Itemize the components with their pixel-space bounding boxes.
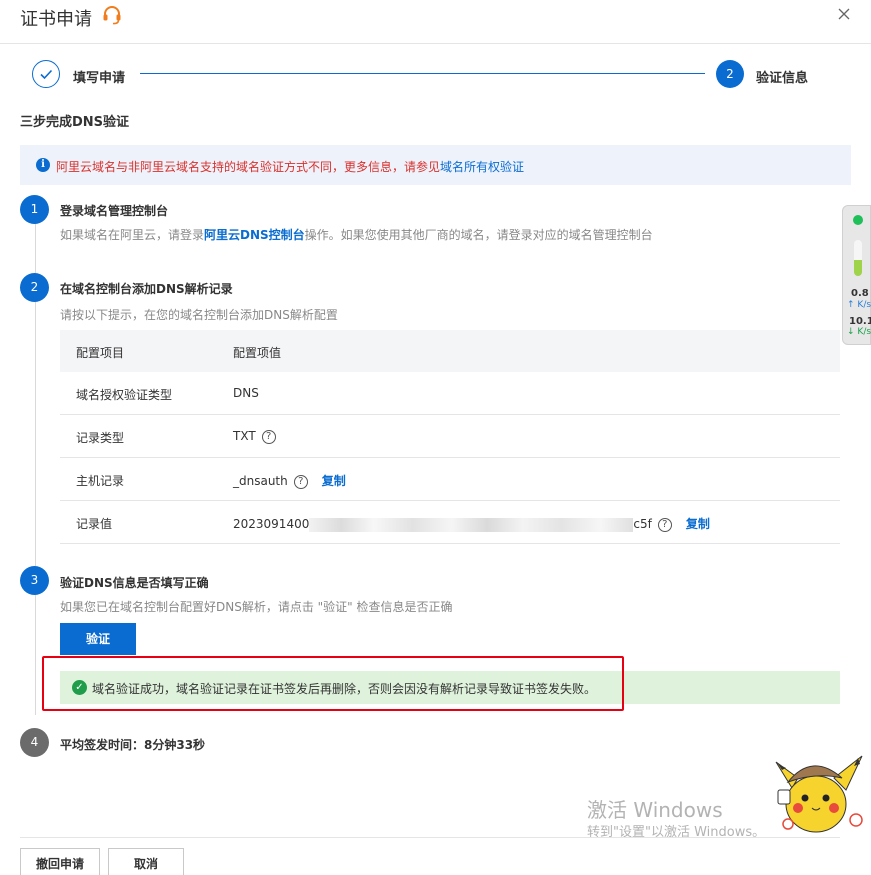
step4-title: 平均签发时间：8分钟33秒: [60, 738, 206, 752]
step3-title: 验证DNS信息是否填写正确: [60, 576, 209, 590]
section-title: 三步完成DNS验证: [20, 115, 130, 130]
copy-host-record-button[interactable]: 复制: [322, 474, 346, 488]
withdraw-application-button[interactable]: 撤回申请: [20, 848, 100, 875]
table-header-row: 配置项目 配置项值: [60, 330, 840, 372]
config-value: DNS: [233, 386, 259, 400]
activation-watermark-title: 激活 Windows: [587, 798, 723, 822]
column-header: 配置项值: [233, 346, 282, 360]
close-icon[interactable]: [836, 6, 852, 22]
config-value-cell: _dnsauth? 复制: [233, 472, 346, 489]
record-value-end: c5f: [633, 517, 652, 531]
download-speed: 10.1: [849, 316, 871, 327]
notice-message: 阿里云域名与非阿里云域名支持的域名验证方式不同，更多信息，请参见: [56, 160, 441, 174]
pikachu-sticker-icon: [775, 755, 863, 833]
copy-record-value-button[interactable]: 复制: [686, 517, 710, 531]
alidns-console-link[interactable]: 阿里云DNS控制台: [204, 228, 305, 242]
help-icon[interactable]: ?: [293, 474, 308, 489]
step2-circle: 2: [716, 60, 744, 88]
redacted-region: [309, 517, 634, 532]
step-number-4: 4: [20, 728, 49, 757]
verify-button[interactable]: 验证: [60, 623, 136, 655]
config-value-cell: 2023091400 c5f? 复制: [233, 515, 710, 532]
step1-desc-prefix: 如果域名在阿里云，请登录: [60, 228, 205, 242]
stepper-connector: [140, 73, 705, 74]
upload-speed: 0.8: [851, 288, 869, 299]
step1-desc-suffix: 操作。如果您使用其他厂商的域名，请登录对应的域名管理控制台: [304, 228, 653, 242]
progress-stepper: 填写申请 2 验证信息: [0, 54, 871, 94]
download-unit: ↓ K/s: [847, 327, 871, 337]
step1-label: 填写申请: [73, 71, 126, 86]
info-icon: i: [36, 158, 50, 172]
step1-done-circle: [32, 60, 60, 88]
step3-desc: 如果您已在域名控制台配置好DNS解析，请点击 "验证" 检查信息是否正确: [60, 600, 453, 614]
step2-label: 验证信息: [756, 71, 809, 86]
config-value: TXT: [233, 429, 256, 443]
arrow-down-icon: ↓: [847, 327, 855, 337]
table-row: 域名授权验证类型 DNS: [60, 372, 840, 415]
column-header: 配置项目: [76, 346, 125, 360]
config-item: 主机记录: [76, 474, 125, 488]
cancel-button[interactable]: 取消: [108, 848, 184, 875]
step-number-3: 3: [20, 566, 49, 595]
step2-desc: 请按以下提示，在您的域名控制台添加DNS解析配置: [60, 308, 338, 322]
step2-title: 在域名控制台添加DNS解析记录: [60, 282, 233, 296]
notice-text: 阿里云域名与非阿里云域名支持的域名验证方式不同，更多信息，请参见域名所有权验证: [56, 158, 524, 175]
config-item: 记录类型: [76, 431, 125, 445]
help-icon[interactable]: ?: [657, 517, 672, 532]
upload-unit-text: K/s: [857, 300, 871, 310]
dialog-header: 证书申请: [0, 0, 871, 44]
table-row: 主机记录 _dnsauth? 复制: [60, 458, 840, 501]
network-speed-widget[interactable]: 0.8 ↑ K/s 10.1 ↓ K/s: [842, 205, 871, 345]
info-notice: i 阿里云域名与非阿里云域名支持的域名验证方式不同，更多信息，请参见域名所有权验…: [20, 145, 851, 185]
domain-ownership-link[interactable]: 域名所有权验证: [440, 160, 524, 174]
step1-desc: 如果域名在阿里云，请登录阿里云DNS控制台操作。如果您使用其他厂商的域名，请登录…: [60, 226, 653, 243]
step1-title: 登录域名管理控制台: [60, 204, 169, 218]
table-row: 记录类型 TXT?: [60, 415, 840, 458]
dialog-title: 证书申请: [20, 9, 92, 30]
config-value: _dnsauth: [233, 474, 288, 488]
table-row: 记录值 2023091400 c5f? 复制: [60, 501, 840, 544]
highlight-box: [42, 656, 624, 711]
download-unit-text: K/s: [857, 327, 871, 337]
config-value-cell: TXT?: [233, 429, 276, 444]
usage-bar: [854, 240, 862, 276]
help-icon[interactable]: ?: [261, 429, 276, 444]
record-value-start: 2023091400: [233, 517, 310, 531]
config-item: 记录值: [76, 517, 113, 531]
footer-divider: [20, 837, 840, 838]
step-number-2: 2: [20, 273, 49, 302]
headset-icon[interactable]: [101, 4, 123, 26]
step-number-1: 1: [20, 195, 49, 224]
config-item: 域名授权验证类型: [76, 388, 173, 402]
status-dot-icon: [853, 215, 863, 225]
arrow-up-icon: ↑: [847, 300, 855, 310]
dns-config-table: 配置项目 配置项值 域名授权验证类型 DNS 记录类型 TXT? 主机记录 _d…: [60, 330, 840, 544]
check-icon: [40, 69, 53, 80]
upload-unit: ↑ K/s: [847, 300, 871, 310]
